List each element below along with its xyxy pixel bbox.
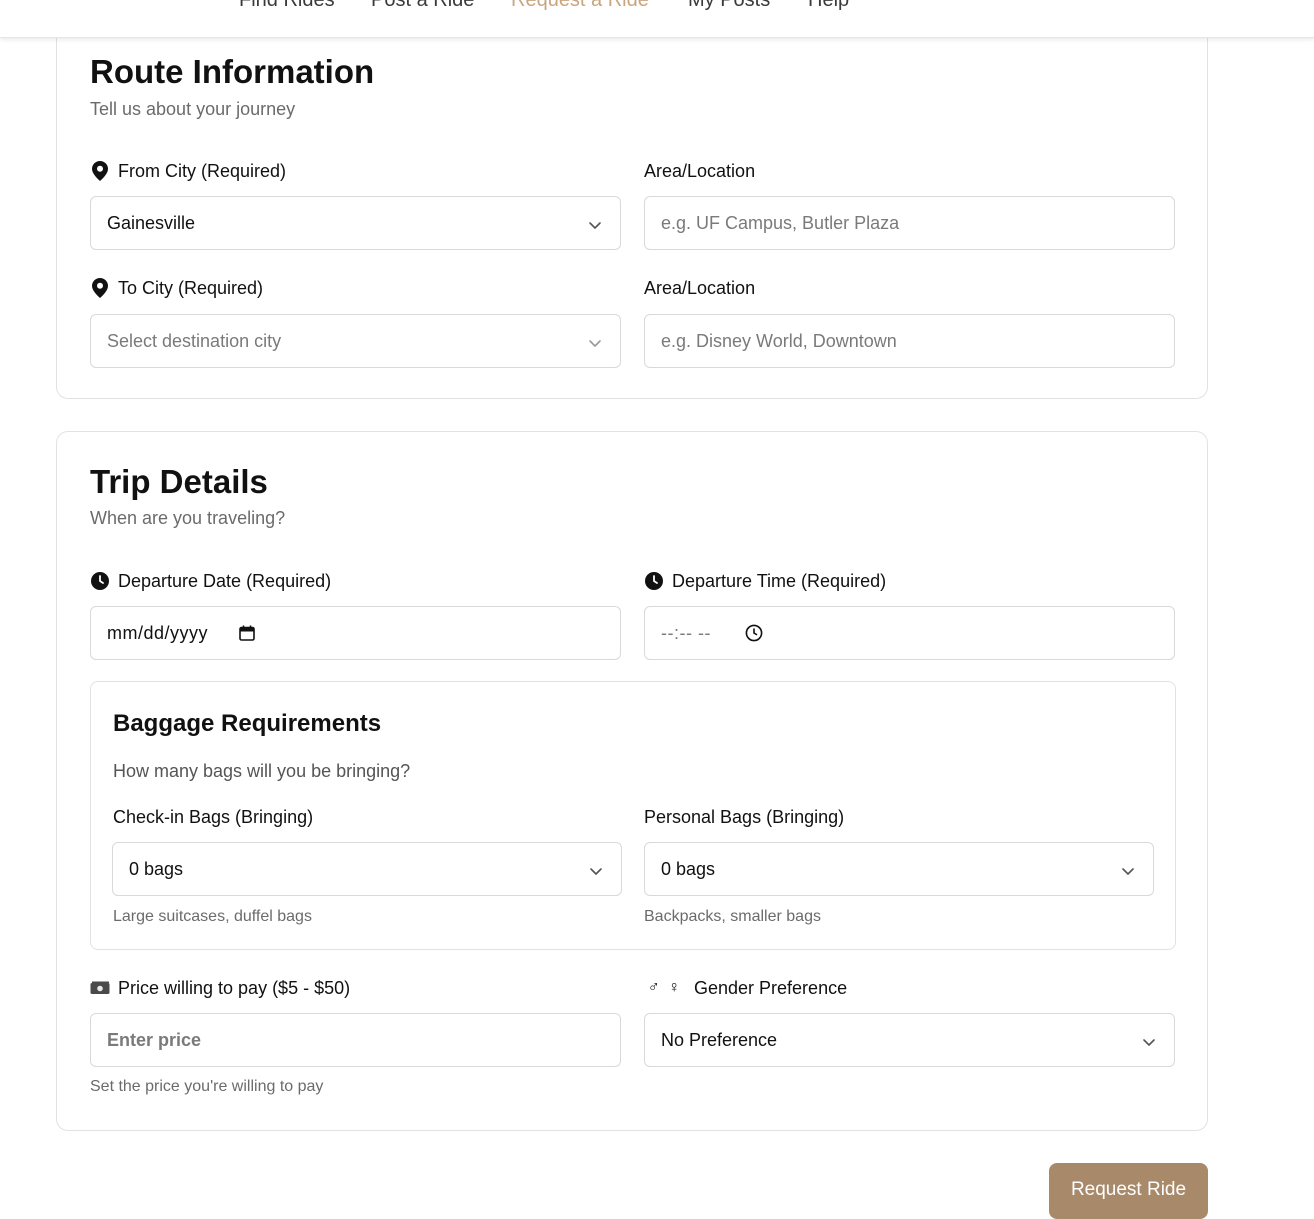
- baggage-requirements-box: Baggage Requirements How many bags will …: [90, 681, 1176, 950]
- personal-bags-value: 0 bags: [661, 858, 716, 879]
- clock-icon: [90, 571, 110, 591]
- to-city-placeholder: Select destination city: [107, 330, 282, 351]
- from-city-value: Gainesville: [107, 212, 196, 233]
- money-icon: [90, 978, 110, 998]
- price-input[interactable]: [90, 1013, 621, 1067]
- trip-details-card: Trip Details When are you traveling? Dep…: [56, 431, 1208, 1131]
- baggage-subtitle: How many bags will you be bringing?: [113, 761, 411, 781]
- checkin-bags-hint: Large suitcases, duffel bags: [113, 908, 312, 925]
- gender-preference-select[interactable]: No Preference: [644, 1013, 1175, 1067]
- departure-time-label-text: Departure Time (Required): [672, 571, 887, 591]
- top-navigation: Find Rides Post a Ride Request a Ride My…: [0, 0, 1314, 38]
- route-information-card: Route Information Tell us about your jou…: [56, 0, 1208, 399]
- route-subtitle: Tell us about your journey: [90, 99, 296, 119]
- checkin-bags-value: 0 bags: [129, 858, 184, 879]
- to-area-label: Area/Location: [644, 278, 756, 298]
- chevron-down-icon: [1142, 1033, 1156, 1047]
- nav-find-rides[interactable]: Find Rides: [239, 0, 335, 10]
- gender-label: ♂ ♀ Gender Preference: [644, 977, 847, 999]
- to-city-label-text: To City (Required): [118, 278, 264, 298]
- map-pin-icon: [90, 161, 110, 181]
- gender-icon: ♂ ♀: [647, 979, 683, 996]
- from-city-select[interactable]: Gainesville: [90, 196, 621, 250]
- route-title: Route Information: [90, 53, 375, 90]
- departure-date-input[interactable]: mm/dd/yyyy: [90, 606, 621, 660]
- from-city-label: From City (Required): [90, 160, 286, 182]
- departure-date-label-text: Departure Date (Required): [118, 571, 332, 591]
- nav-help[interactable]: Help: [808, 0, 849, 10]
- time-placeholder: --:-- --: [661, 622, 711, 643]
- chevron-down-icon: [589, 862, 603, 876]
- clock-icon: [644, 571, 664, 591]
- personal-bags-hint: Backpacks, smaller bags: [644, 908, 821, 925]
- chevron-down-icon: [588, 334, 602, 348]
- chevron-down-icon: [588, 216, 602, 230]
- clock-outline-icon[interactable]: [745, 624, 763, 642]
- from-area-label: Area/Location: [644, 161, 756, 181]
- baggage-title: Baggage Requirements: [113, 710, 382, 737]
- price-label: Price willing to pay ($5 - $50): [90, 977, 350, 999]
- to-city-select[interactable]: Select destination city: [90, 314, 621, 368]
- departure-date-label: Departure Date (Required): [90, 570, 331, 592]
- to-area-input[interactable]: [644, 314, 1175, 368]
- checkin-bags-label: Check-in Bags (Bringing): [113, 807, 314, 827]
- price-hint: Set the price you're willing to pay: [90, 1078, 324, 1095]
- calendar-icon[interactable]: [238, 624, 256, 642]
- from-area-input[interactable]: [644, 196, 1175, 250]
- chevron-down-icon: [1121, 862, 1135, 876]
- gender-preference-value: No Preference: [661, 1029, 778, 1050]
- trip-title: Trip Details: [90, 463, 268, 500]
- nav-post-a-ride[interactable]: Post a Ride: [371, 0, 474, 10]
- trip-subtitle: When are you traveling?: [90, 508, 286, 528]
- request-ride-button[interactable]: Request Ride: [1049, 1163, 1208, 1219]
- personal-bags-label: Personal Bags (Bringing): [644, 807, 845, 827]
- date-placeholder: mm/dd/yyyy: [107, 622, 209, 643]
- departure-time-input[interactable]: --:-- --: [644, 606, 1175, 660]
- map-pin-icon: [90, 278, 110, 298]
- from-city-label-text: From City (Required): [118, 161, 287, 181]
- departure-time-label: Departure Time (Required): [644, 570, 886, 592]
- gender-label-text: Gender Preference: [694, 978, 848, 998]
- checkin-bags-select[interactable]: 0 bags: [112, 842, 622, 896]
- personal-bags-select[interactable]: 0 bags: [644, 842, 1154, 896]
- nav-request-a-ride[interactable]: Request a Ride: [511, 0, 649, 10]
- to-city-label: To City (Required): [90, 277, 263, 299]
- price-label-text: Price willing to pay ($5 - $50): [118, 978, 351, 998]
- nav-my-posts[interactable]: My Posts: [688, 0, 770, 10]
